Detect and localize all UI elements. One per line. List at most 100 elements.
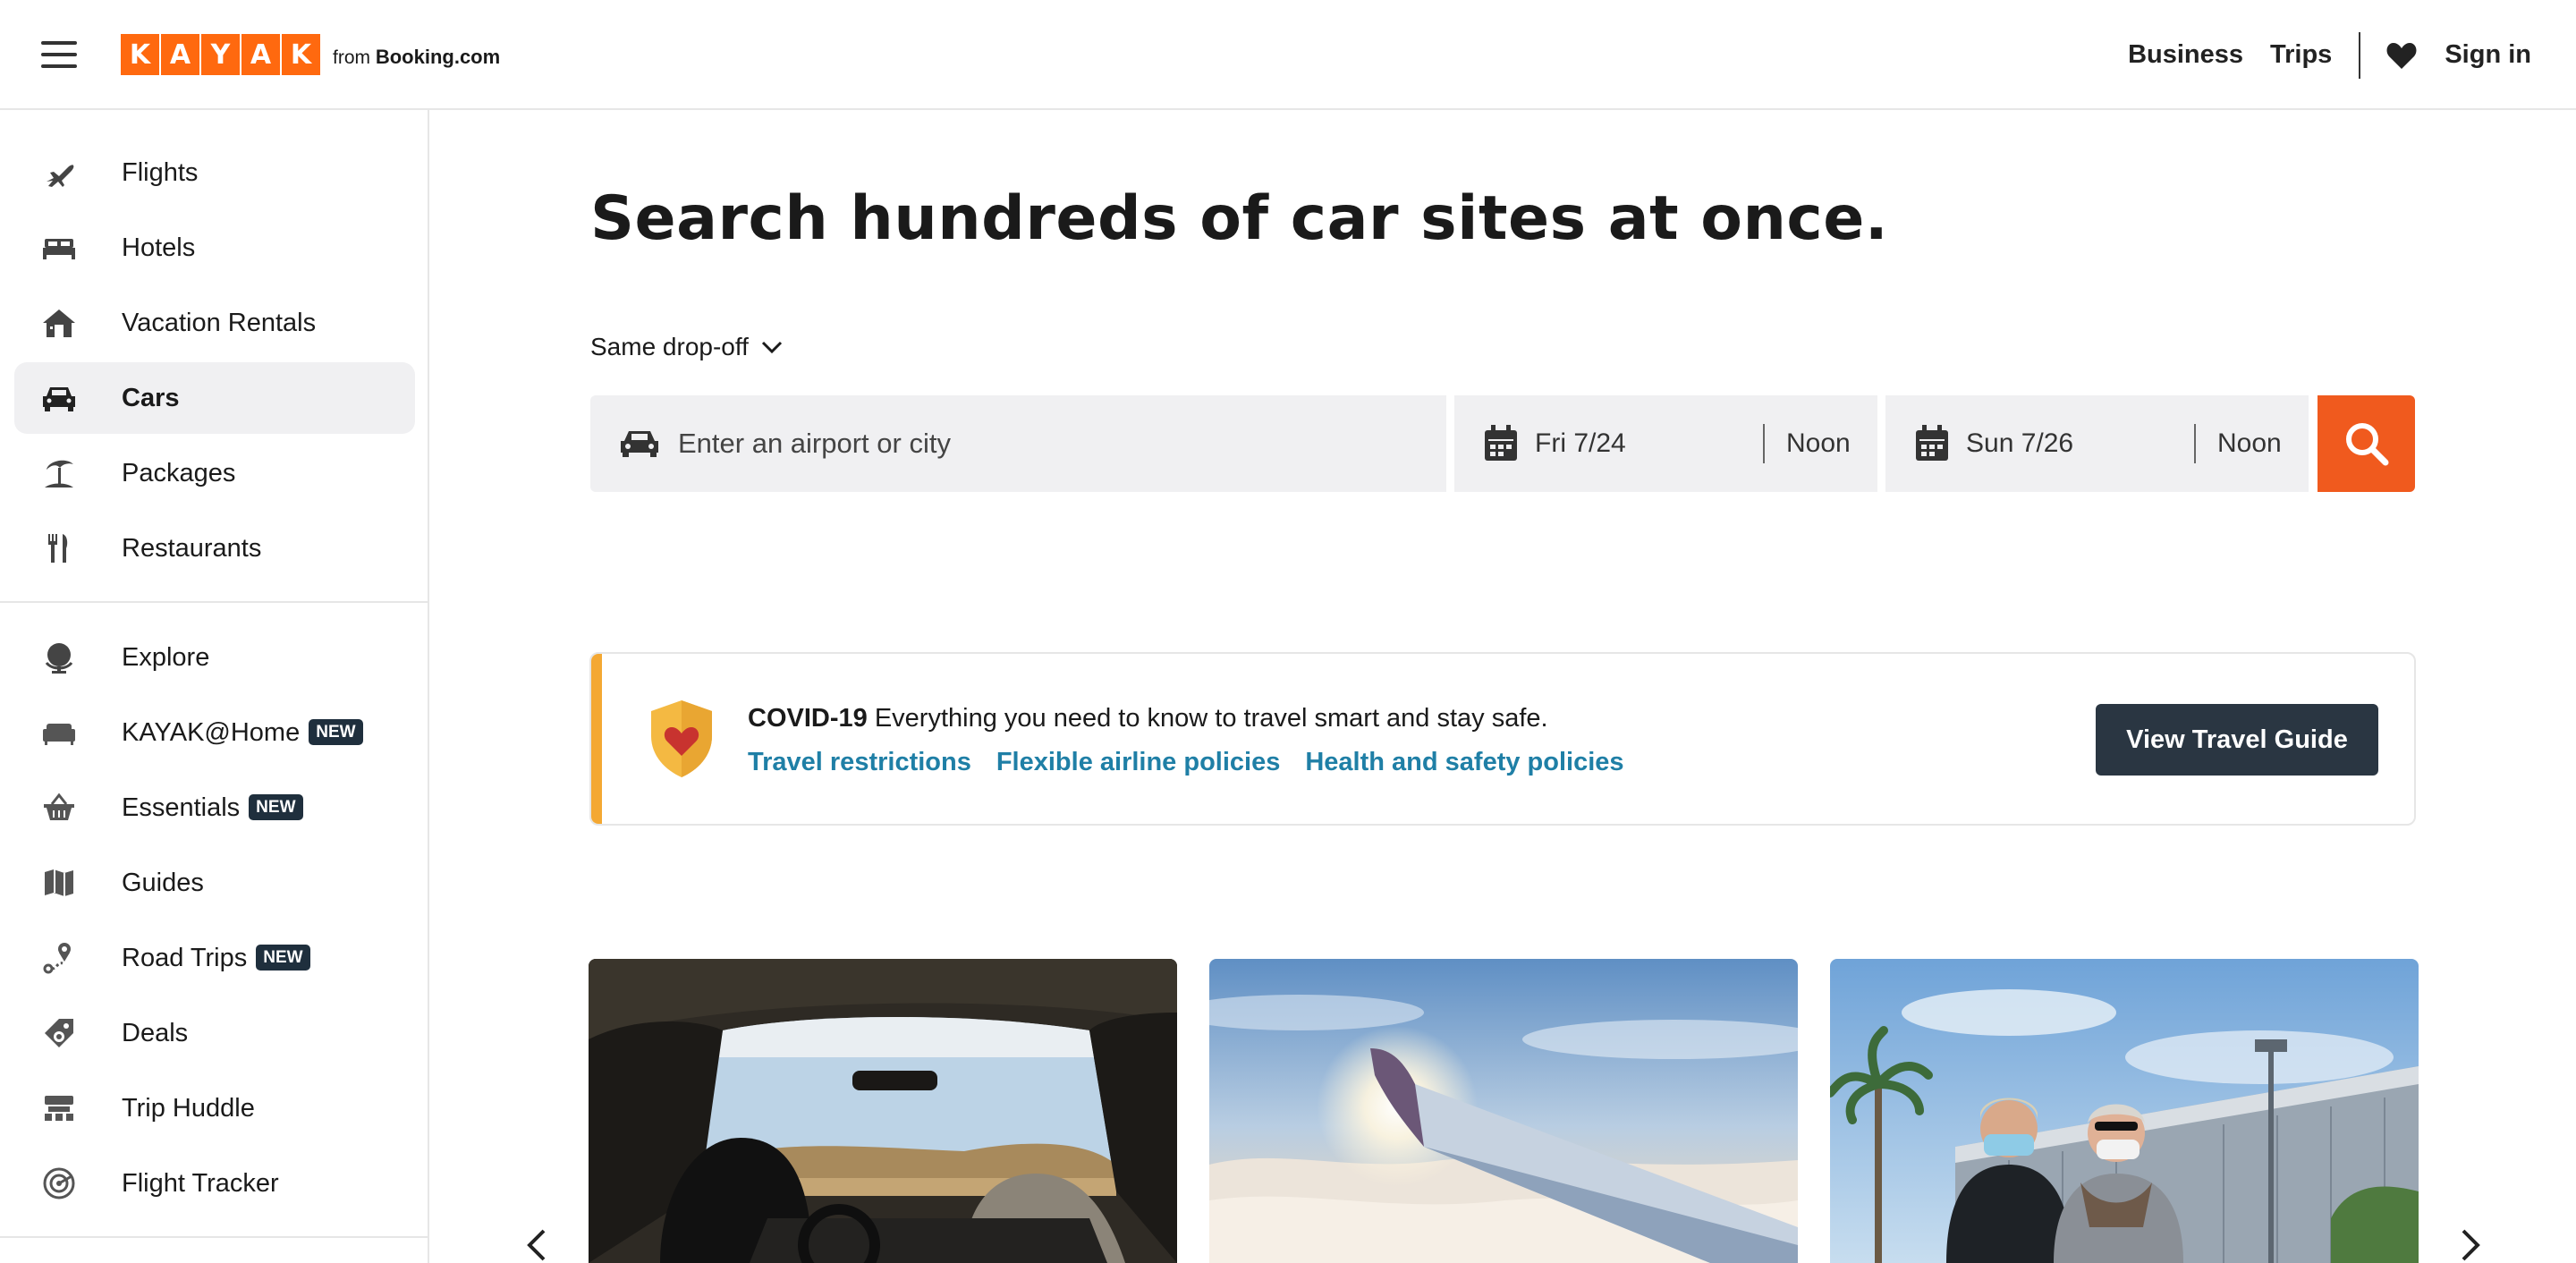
covid-text: Everything you need to know to travel sm… <box>874 704 1548 733</box>
calendar-icon <box>1916 425 1948 461</box>
sidebar-item-trip-huddle[interactable]: Trip Huddle <box>14 1072 415 1144</box>
nav-trips-link[interactable]: Trips <box>2270 40 2332 70</box>
map-icon <box>45 869 73 896</box>
sidebar-item-label: Guides <box>122 868 204 897</box>
sidebar-item-hotels[interactable]: Hotels <box>14 212 415 284</box>
page-title: Search hundreds of car sites at once. <box>590 183 1889 254</box>
sofa-icon <box>43 724 75 745</box>
house-icon <box>43 309 75 337</box>
sidebar-item-text: Essentials <box>122 793 241 822</box>
sidebar-item-essentials[interactable]: Essentials NEW <box>14 772 415 843</box>
utensils-icon <box>48 534 68 563</box>
sidebar-item-label: Vacation Rentals <box>122 308 317 337</box>
view-travel-guide-button[interactable]: View Travel Guide <box>2096 704 2378 776</box>
chevron-down-icon <box>761 341 782 354</box>
card-car-interior[interactable] <box>589 959 1177 1263</box>
sidebar-item-label: Deals <box>122 1018 189 1047</box>
sidebar-item-explore[interactable]: Explore <box>14 622 415 693</box>
sidebar-item-road-trips[interactable]: Road Trips NEW <box>14 922 415 994</box>
radar-icon <box>43 1167 75 1199</box>
bed-icon <box>43 239 75 259</box>
dropoff-label: Same drop-off <box>590 333 749 360</box>
sidebar-item-flights[interactable]: Flights <box>14 137 415 208</box>
new-badge: NEW <box>249 793 303 820</box>
new-badge: NEW <box>256 944 310 971</box>
logo-letter: K <box>121 34 159 75</box>
sidebar-item-restaurants[interactable]: Restaurants <box>14 513 415 584</box>
sidebar-item-label: Packages <box>122 458 236 487</box>
car-icon <box>43 387 75 411</box>
nav-business-link[interactable]: Business <box>2128 40 2243 70</box>
calendar-icon <box>1485 425 1517 461</box>
dropoff-selector[interactable]: Same drop-off <box>590 333 783 361</box>
location-field[interactable]: Enter an airport or city <box>590 395 1446 492</box>
sidebar-item-label: Cars <box>122 383 180 412</box>
sidebar-item-label: Road Trips NEW <box>122 944 310 973</box>
sidebar-item-text: Road Trips <box>122 943 248 972</box>
nav-divider <box>2359 31 2361 79</box>
header-nav: Business Trips Sign in <box>2101 0 2531 110</box>
basket-icon <box>44 793 74 820</box>
health-safety-link[interactable]: Health and safety policies <box>1305 748 1623 777</box>
dropoff-date-field[interactable]: Sun 7/26 Noon <box>1885 395 2309 492</box>
search-button[interactable] <box>2318 395 2415 492</box>
sidebar-item-guides[interactable]: Guides <box>14 847 415 919</box>
sidebar-item-cars[interactable]: Cars <box>14 362 415 434</box>
dropoff-time[interactable]: Noon <box>2217 428 2282 459</box>
sidebar-item-label: Flights <box>122 157 199 187</box>
sidebar-divider <box>0 601 428 603</box>
booking-brand: Booking.com <box>375 46 501 68</box>
from-booking: from Booking.com <box>333 46 500 69</box>
travelers-with-masks-photo <box>1830 959 2419 1263</box>
sidebar-item-packages[interactable]: Packages <box>14 437 415 509</box>
huddle-icon <box>45 1096 73 1121</box>
sidebar-item-flight-tracker[interactable]: Flight Tracker <box>14 1148 415 1219</box>
covid-title: COVID-19 <box>748 704 868 733</box>
logo-letter: A <box>161 34 199 75</box>
location-input[interactable]: Enter an airport or city <box>678 428 951 460</box>
sidebar-item-label: KAYAK@Home NEW <box>122 718 363 748</box>
sidebar-item-label: Restaurants <box>122 533 262 563</box>
sidebar-item-vacation-rentals[interactable]: Vacation Rentals <box>14 287 415 359</box>
menu-icon[interactable] <box>41 41 77 68</box>
pickup-date[interactable]: Fri 7/24 <box>1535 428 1763 459</box>
tag-icon <box>45 1019 73 1047</box>
car-interior-desert-photo <box>589 959 1177 1263</box>
airplane-wing-clouds-photo <box>1209 959 1798 1263</box>
banner-accent <box>591 654 602 824</box>
sidebar-item-label: Hotels <box>122 233 196 262</box>
logo-letter: K <box>282 34 320 75</box>
sidebar: Flights Hotels Vacation Rentals Cars Pac… <box>0 110 429 1263</box>
car-icon <box>621 431 658 457</box>
card-airplane-wing[interactable] <box>1209 959 1798 1263</box>
shield-heart-icon <box>651 700 712 777</box>
kayak-logo[interactable]: K A Y A K <box>121 34 322 75</box>
carousel-prev-icon[interactable] <box>519 1227 555 1263</box>
field-divider <box>1763 424 1765 463</box>
sidebar-item-text: KAYAK@Home <box>122 717 301 747</box>
covid-links: Travel restrictions Flexible airline pol… <box>748 748 1649 777</box>
carousel-next-icon[interactable] <box>2453 1227 2488 1263</box>
logo-letter: A <box>242 34 280 75</box>
heart-icon[interactable] <box>2385 40 2418 71</box>
sidebar-item-deals[interactable]: Deals <box>14 997 415 1069</box>
pickup-time[interactable]: Noon <box>1786 428 1851 459</box>
sidebar-divider <box>0 1236 428 1238</box>
top-header: K A Y A K from Booking.com Business Trip… <box>0 0 2576 110</box>
pickup-date-field[interactable]: Fri 7/24 Noon <box>1454 395 1877 492</box>
logo-letter: Y <box>201 34 240 75</box>
card-travelers-masks[interactable] <box>1830 959 2419 1263</box>
sidebar-item-label: Explore <box>122 642 210 672</box>
new-badge: NEW <box>309 718 363 745</box>
sidebar-item-label: Flight Tracker <box>122 1168 279 1198</box>
sidebar-item-kayak-home[interactable]: KAYAK@Home NEW <box>14 697 415 768</box>
sign-in-link[interactable]: Sign in <box>2445 40 2531 70</box>
from-text: from <box>333 47 370 68</box>
airline-policies-link[interactable]: Flexible airline policies <box>996 748 1281 777</box>
field-divider <box>2194 424 2196 463</box>
sidebar-item-label: Essentials NEW <box>122 793 303 823</box>
beach-umbrella-icon <box>45 460 73 487</box>
travel-restrictions-link[interactable]: Travel restrictions <box>748 748 971 777</box>
globe-icon <box>45 643 73 674</box>
dropoff-date[interactable]: Sun 7/26 <box>1966 428 2194 459</box>
